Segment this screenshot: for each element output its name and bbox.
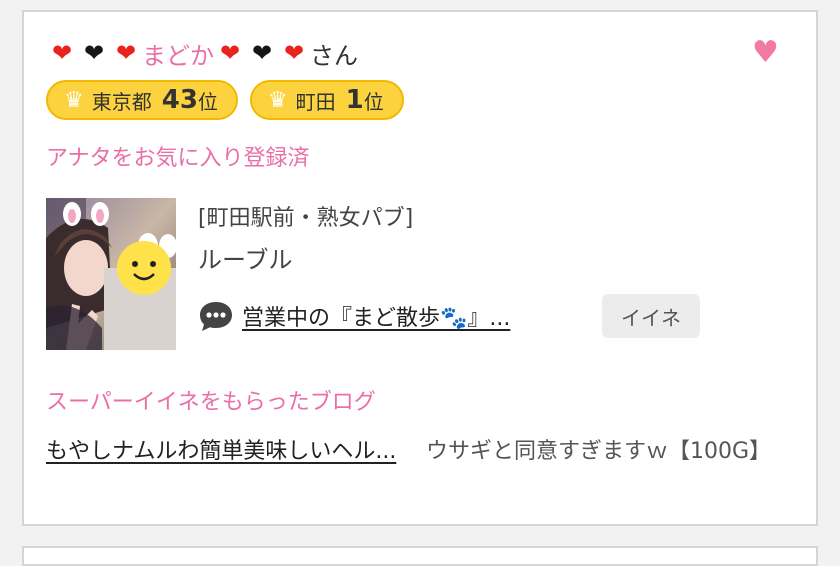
ranking-number: 43 xyxy=(161,85,198,115)
crown-icon: ♛ xyxy=(267,87,288,113)
ranking-badges: ♛ 東京都 43 位 ♛ 町田 1 位 xyxy=(46,80,404,120)
avatar[interactable] xyxy=(46,198,176,350)
profile-card: ❤ ❤ ❤ まどか ❤ ❤ ❤ さん ♥ ♛ 東京都 43 位 ♛ 町田 1 位… xyxy=(22,10,818,526)
avatar-image xyxy=(46,198,176,350)
shop-name[interactable]: [町田駅前・熟女パブ] xyxy=(198,200,413,232)
ranking-suffix: 位 xyxy=(197,89,218,114)
crown-icon: ♛ xyxy=(64,87,84,113)
super-like-section-title: スーパーイイネをもらったブログ xyxy=(46,390,376,415)
heart-icon[interactable]: ♥ xyxy=(752,38,779,68)
latest-blog[interactable]: 営業中の『まど散歩🐾』... xyxy=(198,300,510,332)
ranking-suffix: 位 xyxy=(363,89,384,114)
super-like-comment: ウサギと同意すぎますｗ【100G】 xyxy=(426,439,772,464)
honorific: さん xyxy=(310,41,358,70)
black-heart-icon: ❤ xyxy=(251,39,273,67)
red-heart-icon: ❤ xyxy=(283,39,305,67)
store-name[interactable]: ルーブル xyxy=(198,240,293,275)
super-like-blog-link[interactable]: もやしナムルわ簡単美味しいヘル... xyxy=(46,436,412,468)
ranking-number: 1 xyxy=(345,85,364,115)
red-heart-icon: ❤ xyxy=(51,39,73,67)
ranking-area: 町田 xyxy=(295,89,336,114)
girl-name-row[interactable]: ❤ ❤ ❤ まどか ❤ ❤ ❤ さん xyxy=(46,36,358,70)
next-profile-card xyxy=(22,546,818,566)
like-button[interactable]: イイネ xyxy=(602,294,700,338)
speech-bubble-icon xyxy=(200,302,232,331)
ranking-badge-tokyo[interactable]: ♛ 東京都 43 位 xyxy=(46,80,238,120)
latest-blog-link[interactable]: 営業中の『まど散歩🐾』... xyxy=(242,300,510,332)
ranking-area: 東京都 xyxy=(91,89,152,114)
black-heart-icon: ❤ xyxy=(83,39,105,67)
ranking-badge-machida[interactable]: ♛ 町田 1 位 xyxy=(249,80,404,120)
favorite-status: アナタをお気に入り登録済 xyxy=(46,146,310,171)
girl-name[interactable]: まどか xyxy=(142,36,214,71)
red-heart-icon: ❤ xyxy=(219,39,241,67)
red-heart-icon: ❤ xyxy=(115,39,137,67)
